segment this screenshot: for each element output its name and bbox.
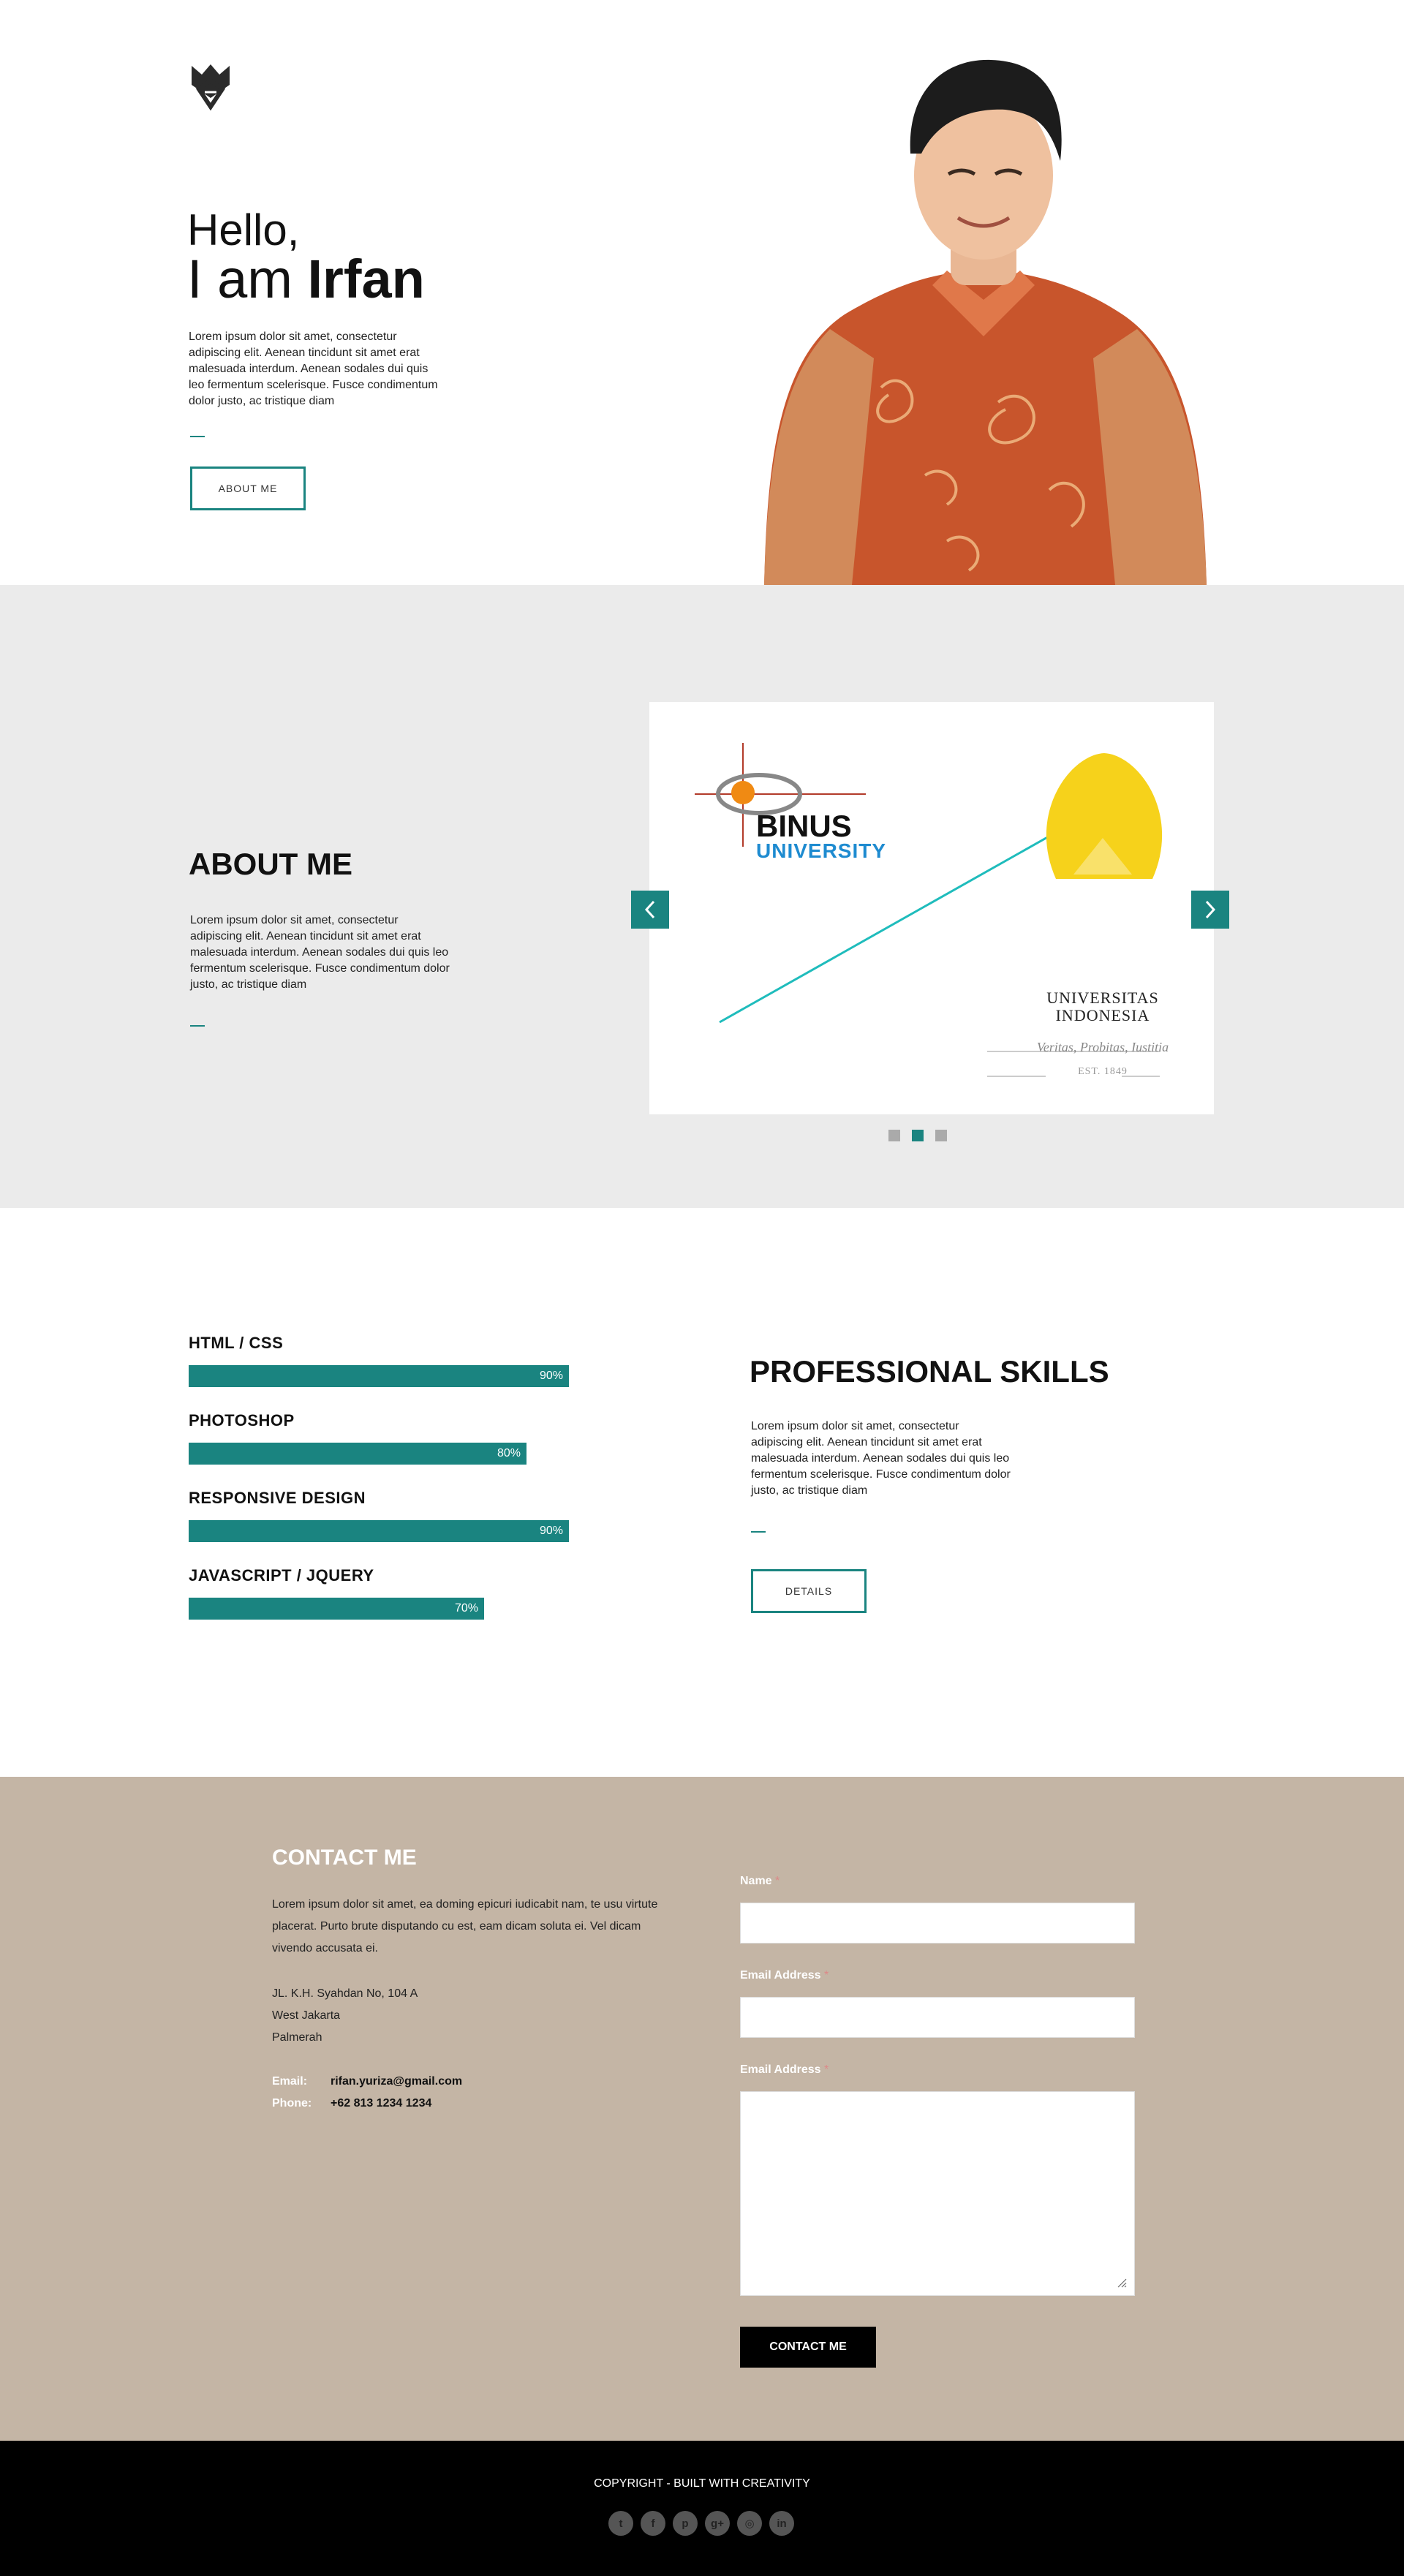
details-button[interactable]: DETAILS — [751, 1569, 867, 1613]
skill-bar: 90% — [189, 1365, 569, 1387]
binus-logo-subtext: UNIVERSITY — [756, 839, 887, 862]
email-label: Email: — [272, 2075, 308, 2088]
binus-logo-text: BINUS — [756, 809, 852, 843]
slider-dots — [888, 1130, 947, 1141]
chevron-right-icon — [1205, 900, 1216, 919]
hero-section: Hello, I am Irfan Lorem ipsum dolor sit … — [0, 0, 1404, 585]
email-value[interactable]: rifan.yuriza@gmail.com — [331, 2075, 462, 2088]
google-plus-icon[interactable]: g+ — [705, 2511, 730, 2536]
contact-email-row: Email: rifan.yuriza@gmail.com — [272, 2071, 462, 2093]
message-field-label-text: Email Address — [740, 2063, 821, 2076]
about-section: ABOUT ME Lorem ipsum dolor sit amet, con… — [0, 585, 1404, 1208]
skills-description: Lorem ipsum dolor sit amet, consectetur … — [751, 1420, 1011, 1497]
linkedin-icon[interactable]: in — [769, 2511, 794, 2536]
hero-description: Lorem ipsum dolor sit amet, consectetur … — [189, 331, 438, 407]
hero-intro: I am Irfan — [187, 249, 425, 310]
skill-label: HTML / CSS — [189, 1334, 284, 1352]
email-field-label-text: Email Address — [740, 1969, 821, 1982]
skill-label: PHOTOSHOP — [189, 1411, 295, 1429]
footer: COPYRIGHT - BUILT WITH CREATIVITY t f p … — [0, 2441, 1404, 2576]
contact-title: CONTACT ME — [272, 1846, 417, 1870]
skill-label: JAVASCRIPT / JQUERY — [189, 1566, 374, 1584]
message-textarea[interactable] — [740, 2091, 1135, 2296]
logo-icon[interactable] — [189, 60, 233, 111]
contact-address: JL. K.H. Syahdan No, 104 A West Jakarta … — [272, 1983, 418, 2049]
twitter-icon[interactable]: t — [608, 2511, 633, 2536]
ui-logo-motto: Veritas, Probitas, Iustitia — [1036, 1040, 1169, 1054]
skills-section: HTML / CSS 90% PHOTOSHOP 80% RESPONSIVE … — [0, 1208, 1404, 1777]
ui-emblem-icon — [987, 753, 1163, 1077]
slider-prev-button[interactable] — [631, 891, 669, 929]
pinterest-icon[interactable]: p — [673, 2511, 698, 2536]
contact-section: CONTACT ME Lorem ipsum dolor sit amet, e… — [0, 1777, 1404, 2441]
contact-description: Lorem ipsum dolor sit amet, ea doming ep… — [272, 1898, 658, 1954]
social-links: t f p g+ ◎ in — [608, 2511, 794, 2536]
name-label: Name * — [740, 1875, 780, 1888]
profile-photo — [764, 59, 1207, 585]
ui-logo-line1: UNIVERSITAS — [1046, 989, 1159, 1007]
skill-label: RESPONSIVE DESIGN — [189, 1489, 366, 1507]
ui-logo-line2: INDONESIA — [1055, 1006, 1150, 1024]
skill-percent: 90% — [539, 1525, 563, 1537]
slider-next-button[interactable] — [1191, 891, 1229, 929]
about-title: ABOUT ME — [189, 847, 352, 881]
contact-phone-row: Phone: +62 813 1234 1234 — [272, 2093, 431, 2115]
phone-value: +62 813 1234 1234 — [331, 2097, 432, 2109]
education-slide: BINUS UNIVERSITY UNIVERSITAS INDONESIA V… — [649, 702, 1214, 1114]
slider-dot[interactable] — [935, 1130, 947, 1141]
skills-title: PROFESSIONAL SKILLS — [750, 1354, 1109, 1389]
required-mark: * — [775, 1875, 780, 1887]
facebook-icon[interactable]: f — [641, 2511, 665, 2536]
address-line: JL. K.H. Syahdan No, 104 A — [272, 1987, 418, 2000]
divider — [751, 1531, 766, 1533]
skill-bar: 70% — [189, 1598, 484, 1620]
about-description: Lorem ipsum dolor sit amet, consectetur … — [190, 914, 450, 991]
email-field-label: Email Address * — [740, 1969, 829, 1982]
phone-label: Phone: — [272, 2097, 312, 2109]
name-input[interactable] — [740, 1903, 1135, 1944]
divider — [190, 1025, 205, 1027]
contact-submit-button[interactable]: CONTACT ME — [740, 2327, 876, 2368]
address-line: West Jakarta — [272, 2009, 341, 2022]
slider-dot-active[interactable] — [912, 1130, 924, 1141]
about-me-button[interactable]: ABOUT ME — [190, 467, 306, 510]
copyright-text: COPYRIGHT - BUILT WITH CREATIVITY — [594, 2477, 810, 2490]
skill-bar: 90% — [189, 1520, 569, 1542]
address-line: Palmerah — [272, 2031, 322, 2044]
skill-percent: 80% — [497, 1447, 521, 1459]
dribbble-icon[interactable]: ◎ — [737, 2511, 762, 2536]
ui-logo-est: EST. 1849 — [1078, 1066, 1128, 1077]
chevron-left-icon — [644, 900, 655, 919]
divider — [190, 436, 205, 437]
slider-dot[interactable] — [888, 1130, 900, 1141]
skill-bar: 80% — [189, 1443, 526, 1465]
resize-handle-icon[interactable] — [1117, 2278, 1127, 2288]
name-label-text: Name — [740, 1875, 772, 1887]
message-field-label: Email Address * — [740, 2063, 829, 2077]
skill-percent: 90% — [539, 1370, 563, 1382]
hero-name: Irfan — [307, 249, 425, 309]
required-mark: * — [824, 2063, 829, 2076]
email-input[interactable] — [740, 1997, 1135, 2038]
hero-intro-prefix: I am — [187, 249, 308, 309]
skill-percent: 70% — [454, 1602, 478, 1614]
required-mark: * — [824, 1969, 829, 1982]
